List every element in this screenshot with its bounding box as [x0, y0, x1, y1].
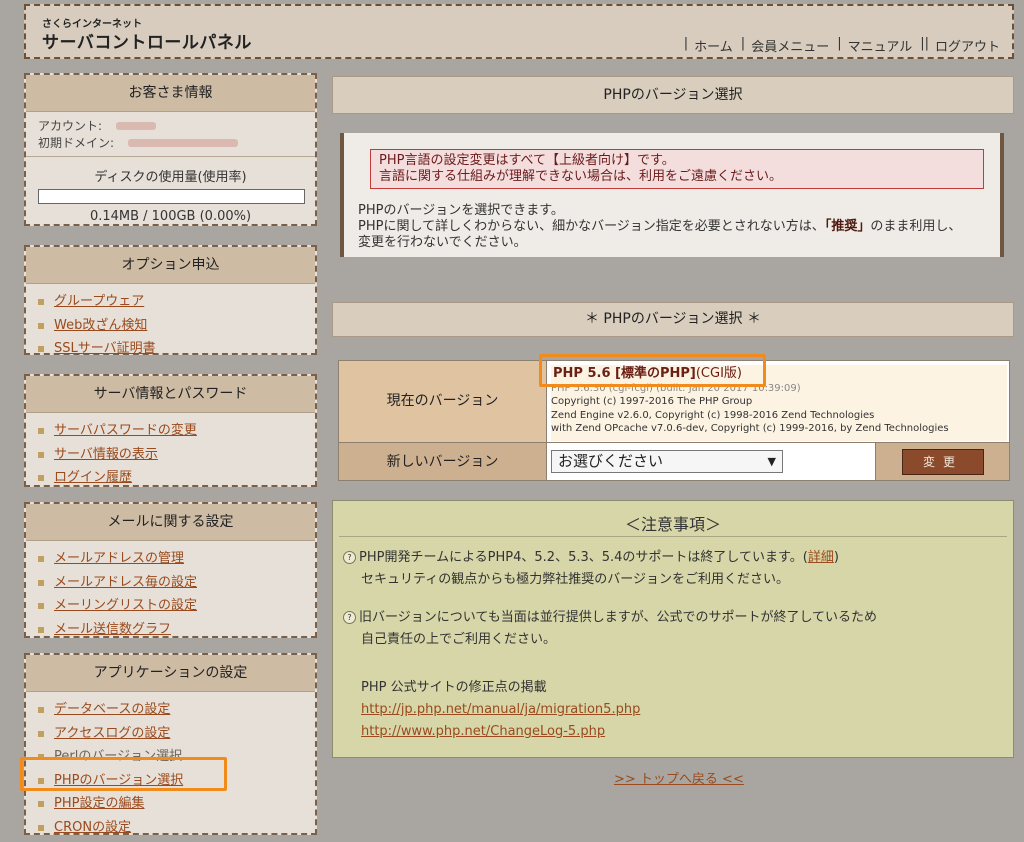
sidebar-item-access-log[interactable]: アクセスログの設定	[34, 722, 315, 746]
sidebar-item-mail-address-settings[interactable]: メールアドレス毎の設定	[34, 571, 315, 595]
notice-item-2: ? 旧バージョンについても当面は並行提供しますが、公式でのサポートが終了しているた…	[343, 607, 877, 651]
notice-item-1: ? PHP開発チームによるPHP4、5.2、5.3、5.4のサポートは終了していま…	[343, 547, 839, 591]
recommended-label: 「推奨」	[824, 219, 871, 234]
nav-logout[interactable]: ログアウト	[935, 36, 1000, 55]
current-version-label: 現在のバージョン	[339, 361, 547, 442]
disk-usage-bar	[38, 189, 305, 204]
sidebar-item-ssl-certificate[interactable]: SSLサーバ証明書	[34, 337, 315, 361]
account-row: アカウント:	[26, 118, 315, 135]
nav-manual[interactable]: マニュアル	[848, 36, 913, 55]
sidebar-item-php-settings[interactable]: PHP設定の編集	[34, 792, 315, 816]
intro-line-1: PHPのバージョンを選択できます。	[358, 203, 564, 218]
customer-info-title: お客さま情報	[26, 75, 315, 112]
options-list: グループウェア Web改ざん検知 SSLサーバ証明書	[26, 284, 315, 365]
notice-box: ＜注意事項＞ ? PHP開発チームによるPHP4、5.2、5.3、5.4のサポート…	[332, 500, 1014, 758]
app-settings-box: アプリケーションの設定 データベースの設定 アクセスログの設定 Perlのバージ…	[24, 653, 317, 835]
disk-usage-value: 0.14MB / 100GB (0.00%)	[89, 209, 252, 224]
app-settings-title: アプリケーションの設定	[26, 655, 315, 692]
options-title: オプション申込	[26, 247, 315, 284]
details-link[interactable]: 詳細	[808, 550, 834, 565]
disk-usage-title: ディスクの使用量(使用率)	[26, 156, 315, 185]
warning-line-2: 言語に関する仕組みが理解できない場合は、利用をご遠慮ください。	[379, 169, 783, 184]
page-title: PHPのバージョン選択	[332, 76, 1014, 114]
mail-settings-title: メールに関する設定	[26, 504, 315, 541]
chevron-down-icon: ▼	[767, 455, 776, 468]
mail-settings-box: メールに関する設定 メールアドレスの管理 メールアドレス毎の設定 メーリングリス…	[24, 502, 317, 638]
sidebar-item-login-history[interactable]: ログイン履歴	[34, 466, 315, 490]
back-to-top-link[interactable]: >> トップへ戻る <<	[614, 768, 744, 787]
question-icon: ?	[343, 611, 356, 624]
server-info-title: サーバ情報とパスワード	[26, 376, 315, 413]
server-info-box: サーバ情報とパスワード サーバパスワードの変更 サーバ情報の表示 ログイン履歴	[24, 374, 317, 487]
logo[interactable]: サーバコントロールパネル	[42, 28, 252, 53]
sidebar-item-mailing-list[interactable]: メーリングリストの設定	[34, 594, 315, 618]
new-version-row: 新しいバージョン お選びください ▼ 変更	[339, 442, 1009, 480]
account-label: アカウント:	[38, 119, 103, 133]
domain-value-redacted	[128, 139, 239, 147]
question-icon: ?	[343, 551, 356, 564]
intro-panel: PHP言語の設定変更はすべて【上級者向け】です。 言語に関する仕組みが理解できな…	[340, 133, 1004, 257]
links-title: PHP 公式サイトの修正点の掲載	[361, 680, 547, 695]
version-select[interactable]: お選びください ▼	[551, 450, 783, 473]
notice-title: ＜注意事項＞	[339, 501, 1007, 537]
intro-line-3: 変更を行わないでください。	[358, 235, 527, 250]
sidebar-item-groupware[interactable]: グループウェア	[34, 290, 315, 314]
header: さくらインターネット サーバコントロールパネル | ホーム | 会員メニュー | マニ…	[24, 4, 1014, 59]
current-version-highlight	[539, 354, 766, 387]
warning-line-1: PHP言語の設定変更はすべて【上級者向け】です。	[379, 153, 675, 168]
change-button[interactable]: 変更	[902, 449, 984, 475]
sidebar-highlight-box	[20, 757, 227, 791]
sidebar-item-server-password[interactable]: サーバパスワードの変更	[34, 419, 315, 443]
migration-link[interactable]: http://jp.php.net/manual/ja/migration5.p…	[361, 702, 640, 717]
sidebar-item-server-info[interactable]: サーバ情報の表示	[34, 443, 315, 467]
changelog-link[interactable]: http://www.php.net/ChangeLog-5.php	[361, 724, 605, 739]
new-version-label: 新しいバージョン	[339, 443, 547, 480]
sidebar-item-web-tamper-detection[interactable]: Web改ざん検知	[34, 314, 315, 338]
top-nav: | ホーム | 会員メニュー | マニュアル || ログアウト	[683, 36, 1000, 55]
account-value-redacted	[116, 122, 157, 130]
customer-info-box: お客さま情報 アカウント: 初期ドメイン: ディスクの使用量(使用率) 0.14…	[24, 73, 317, 226]
nav-home[interactable]: ホーム	[694, 36, 733, 55]
sidebar-item-cron[interactable]: CRONの設定	[34, 816, 315, 840]
change-button-cell: 変更	[875, 443, 1009, 480]
nav-member-menu[interactable]: 会員メニュー	[751, 36, 829, 55]
options-box: オプション申込 グループウェア Web改ざん検知 SSLサーバ証明書	[24, 245, 317, 356]
sidebar-item-mail-address-management[interactable]: メールアドレスの管理	[34, 547, 315, 571]
section-title: ＊ PHPのバージョン選択 ＊	[332, 302, 1014, 337]
sidebar-item-database[interactable]: データベースの設定	[34, 698, 315, 722]
current-version-copyright: Copyright (c) 1997-2016 The PHP Group	[551, 396, 753, 407]
sidebar-item-mail-send-graph[interactable]: メール送信数グラフ	[34, 618, 315, 642]
domain-row: 初期ドメイン:	[26, 135, 315, 152]
current-version-zend-engine: Zend Engine v2.6.0, Copyright (c) 1998-2…	[551, 409, 875, 421]
intro-line-2: PHPに関して詳しくわからない、細かなバージョン指定を必要とされない方は、「推奨…	[358, 219, 962, 234]
advanced-warning-box: PHP言語の設定変更はすべて【上級者向け】です。 言語に関する仕組みが理解できな…	[370, 149, 984, 189]
current-version-opcache: with Zend OPcache v7.0.6-dev, Copyright …	[551, 423, 949, 434]
domain-label: 初期ドメイン:	[38, 136, 115, 150]
intro-text: PHPのバージョンを選択できます。 PHPに関して詳しくわからない、細かなバージ…	[358, 203, 988, 251]
mail-settings-list: メールアドレスの管理 メールアドレス毎の設定 メーリングリストの設定 メール送信…	[26, 541, 315, 645]
server-info-list: サーバパスワードの変更 サーバ情報の表示 ログイン履歴	[26, 413, 315, 494]
php-changelog-links: PHP 公式サイトの修正点の掲載 http://jp.php.net/manua…	[361, 677, 640, 743]
